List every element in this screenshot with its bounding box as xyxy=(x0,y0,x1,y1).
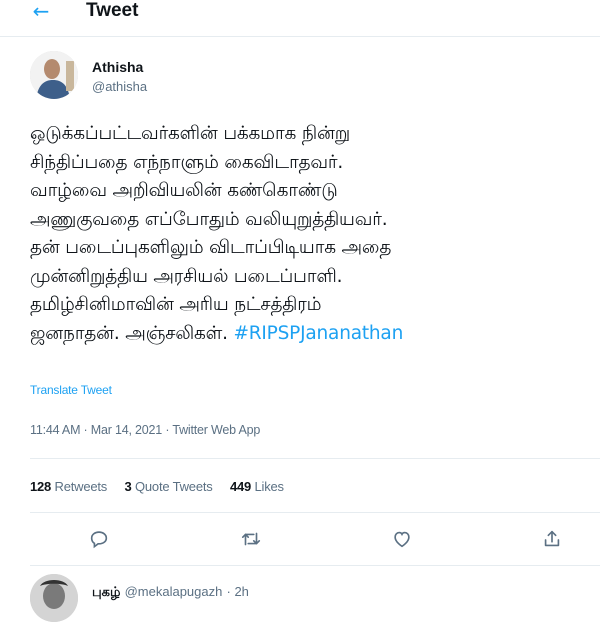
tweet-timestamp[interactable]: 11:44 AM · Mar 14, 2021 · Twitter Web Ap… xyxy=(30,423,260,437)
avatar-photo xyxy=(30,51,78,99)
likes-count: 449 xyxy=(229,479,252,494)
translate-tweet-link[interactable]: Translate Tweet xyxy=(30,383,112,397)
tweet-text-last-line: ஜனநாதன். அஞ்சலிகள். #RIPSPJananathan xyxy=(30,320,595,349)
divider xyxy=(30,512,600,513)
divider xyxy=(30,458,600,459)
tweet-text-line: வாழ்வை அறிவியலின் கண்கொண்டு xyxy=(30,180,338,201)
retweet-icon[interactable] xyxy=(240,528,262,550)
tweet-text-line: ஒடுக்கப்பட்டவர்களின் பக்கமாக நின்று xyxy=(30,123,350,144)
reply-avatar[interactable] xyxy=(30,574,78,622)
divider xyxy=(30,565,600,566)
tweet-text-line: சிந்திப்பதை எந்நாளும் கைவிடாதவர். xyxy=(30,151,344,173)
back-arrow-icon[interactable]: ← xyxy=(30,0,52,22)
quote-tweets-label: Quote Tweets xyxy=(134,479,213,494)
tweet-text-line: தமிழ்சினிமாவின் அரிய நட்சத்திரம் xyxy=(30,294,322,315)
share-icon[interactable] xyxy=(541,528,563,550)
top-bar: ← Tweet xyxy=(0,0,600,37)
retweets-stat[interactable]: 128 Retweets xyxy=(30,479,107,494)
tweet-text-line: தன் படைப்புகளிலும் விடாப்பிடியாக அதை xyxy=(30,237,392,258)
reply-header: புகழ் @mekalapugazh · 2h xyxy=(92,584,249,601)
quote-tweets-count: 3 xyxy=(124,479,132,494)
tweet-stats: 128 Retweets 3 Quote Tweets 449 Likes xyxy=(30,479,298,494)
reply-icon[interactable] xyxy=(88,528,110,550)
author-handle[interactable]: @athisha xyxy=(92,79,147,94)
author-name[interactable]: Athisha xyxy=(92,59,143,75)
page-title: Tweet xyxy=(86,0,139,21)
hashtag-link[interactable]: #RIPSPJananathan xyxy=(233,323,403,344)
author-avatar[interactable] xyxy=(30,51,78,99)
reply-author-name[interactable]: புகழ் xyxy=(92,585,120,600)
like-icon[interactable] xyxy=(391,528,413,550)
retweets-label: Retweets xyxy=(54,479,108,494)
likes-label: Likes xyxy=(254,479,285,494)
tweet-text-line: அணுகுவதை எப்போதும் வலியுறுத்தியவர். xyxy=(30,208,388,230)
retweets-count: 128 xyxy=(30,479,52,494)
tweet-text-line: ஜனநாதன். அஞ்சலிகள். xyxy=(30,322,234,344)
reply-avatar-photo xyxy=(30,574,78,622)
reply-author-handle[interactable]: @mekalapugazh xyxy=(125,584,223,599)
tweet-text: ஒடுக்கப்பட்டவர்களின் பக்கமாக நின்று சிந்… xyxy=(30,120,595,348)
reply-time[interactable]: · 2h xyxy=(227,584,249,599)
tweet-text-line: முன்னிறுத்திய அரசியல் படைப்பாளி. xyxy=(30,265,343,287)
quote-tweets-stat[interactable]: 3 Quote Tweets xyxy=(125,479,213,494)
likes-stat[interactable]: 449 Likes xyxy=(230,479,284,494)
